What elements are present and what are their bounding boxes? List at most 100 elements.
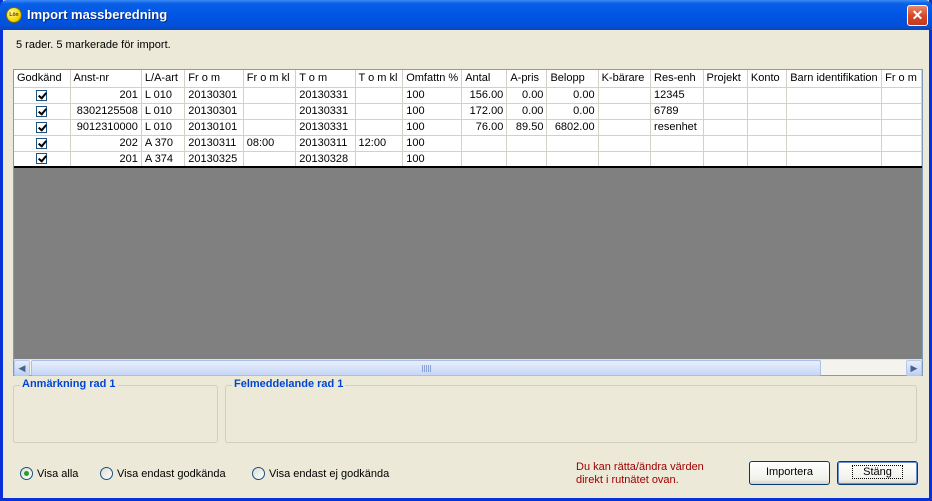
cell-tom-kl[interactable]: [355, 87, 404, 104]
cell-anst-nr[interactable]: 8302125508: [70, 103, 142, 120]
cell-konto[interactable]: [747, 103, 788, 120]
cell-omfattn[interactable]: 100: [402, 87, 463, 104]
cell-kbarare[interactable]: [598, 135, 652, 152]
table-row[interactable]: 9012310000 L 010 20130101 20130331 100 76.00 8…: [14, 119, 922, 136]
column-header[interactable]: Omfattn %: [402, 70, 463, 88]
cell-la-art[interactable]: A 370: [141, 135, 186, 152]
cell-from[interactable]: 20130101: [184, 119, 244, 136]
cell-projekt[interactable]: [703, 103, 748, 120]
column-header[interactable]: Antal: [461, 70, 508, 88]
data-table[interactable]: Godkänd Anst-nr L/A-art Fr o m Fr o m kl T o …: [14, 70, 922, 168]
cell-tom[interactable]: 20130328: [295, 151, 356, 168]
cell-apris[interactable]: [506, 151, 548, 168]
table-row[interactable]: 201 L 010 20130301 20130331 100 156.00 0.00 0.0…: [14, 87, 922, 104]
column-header[interactable]: Belopp: [546, 70, 599, 88]
cell-projekt[interactable]: [703, 151, 748, 168]
cell-antal[interactable]: [461, 135, 508, 152]
cell-apris[interactable]: 89.50: [506, 119, 548, 136]
checkbox-checked-icon[interactable]: [36, 89, 48, 101]
cell-anst-nr[interactable]: 201: [70, 87, 142, 104]
cell-from-kl[interactable]: [243, 87, 297, 104]
cell-tom[interactable]: 20130331: [295, 103, 356, 120]
cell-anst-nr[interactable]: 201: [70, 151, 142, 168]
cell-anst-nr[interactable]: 202: [70, 135, 142, 152]
godkand-cell[interactable]: [14, 119, 71, 136]
cell-from[interactable]: 20130301: [184, 103, 244, 120]
cell-tom-kl[interactable]: [355, 119, 404, 136]
cell-la-art[interactable]: L 010: [141, 119, 186, 136]
column-header[interactable]: Barn identifikation: [786, 70, 883, 88]
cell-resenh[interactable]: 12345: [650, 87, 704, 104]
cell-resenh[interactable]: resenhet: [650, 119, 704, 136]
cell-konto[interactable]: [747, 119, 788, 136]
cell-from2[interactable]: [881, 87, 922, 104]
cell-from-kl[interactable]: [243, 119, 297, 136]
cell-from[interactable]: 20130311: [184, 135, 244, 152]
checkbox-checked-icon[interactable]: [36, 137, 48, 149]
cell-barn[interactable]: [786, 151, 883, 168]
cell-belopp[interactable]: [546, 135, 599, 152]
cell-barn[interactable]: [786, 135, 883, 152]
radio-visa-godkanda[interactable]: Visa endast godkända: [100, 467, 226, 480]
scrollbar-thumb[interactable]: [31, 360, 821, 376]
column-header[interactable]: Fr o m: [881, 70, 922, 88]
cell-from-kl[interactable]: [243, 103, 297, 120]
cell-belopp[interactable]: [546, 151, 599, 168]
cell-from-kl[interactable]: [243, 151, 297, 168]
scroll-right-icon[interactable]: ▶: [906, 360, 922, 376]
cell-kbarare[interactable]: [598, 103, 652, 120]
cell-antal[interactable]: 172.00: [461, 103, 508, 120]
column-header[interactable]: Godkänd: [14, 70, 71, 88]
radio-visa-ej-godkanda[interactable]: Visa endast ej godkända: [252, 467, 389, 480]
checkbox-checked-icon[interactable]: [36, 121, 48, 133]
column-header[interactable]: Fr o m kl: [243, 70, 297, 88]
cell-omfattn[interactable]: 100: [402, 135, 463, 152]
cell-barn[interactable]: [786, 87, 883, 104]
radio-icon[interactable]: [100, 467, 113, 480]
cell-projekt[interactable]: [703, 135, 748, 152]
cell-resenh[interactable]: 6789: [650, 103, 704, 120]
column-header[interactable]: L/A-art: [141, 70, 186, 88]
cell-resenh[interactable]: [650, 151, 704, 168]
cell-konto[interactable]: [747, 135, 788, 152]
import-grid[interactable]: Godkänd Anst-nr L/A-art Fr o m Fr o m kl T o …: [13, 69, 923, 376]
cell-kbarare[interactable]: [598, 119, 652, 136]
cell-from2[interactable]: [881, 135, 922, 152]
cell-apris[interactable]: 0.00: [506, 87, 548, 104]
cell-from2[interactable]: [881, 103, 922, 120]
cell-antal[interactable]: 156.00: [461, 87, 508, 104]
cell-belopp[interactable]: 0.00: [546, 87, 599, 104]
import-button[interactable]: Importera: [749, 461, 830, 485]
cell-antal[interactable]: 76.00: [461, 119, 508, 136]
column-header[interactable]: Projekt: [703, 70, 748, 88]
horizontal-scrollbar[interactable]: ◀ ▶: [14, 359, 922, 376]
cell-apris[interactable]: 0.00: [506, 103, 548, 120]
cell-antal[interactable]: [461, 151, 508, 168]
cell-projekt[interactable]: [703, 119, 748, 136]
cell-kbarare[interactable]: [598, 87, 652, 104]
checkbox-checked-icon[interactable]: [36, 153, 48, 165]
checkbox-checked-icon[interactable]: [36, 105, 48, 117]
table-row[interactable]: 202 A 370 20130311 08:00 20130311 12:00 100: [14, 135, 922, 152]
cell-tom[interactable]: 20130331: [295, 87, 356, 104]
cell-from2[interactable]: [881, 119, 922, 136]
column-header[interactable]: Anst-nr: [70, 70, 142, 88]
scroll-left-icon[interactable]: ◀: [14, 360, 30, 376]
cell-la-art[interactable]: L 010: [141, 103, 186, 120]
cell-from-kl[interactable]: 08:00: [243, 135, 297, 152]
cell-apris[interactable]: [506, 135, 548, 152]
close-button[interactable]: Stäng: [837, 461, 918, 485]
godkand-cell[interactable]: [14, 87, 71, 104]
cell-omfattn[interactable]: 100: [402, 151, 463, 168]
cell-tom-kl[interactable]: 12:00: [355, 135, 404, 152]
godkand-cell[interactable]: [14, 151, 71, 168]
close-window-button[interactable]: ✕: [907, 5, 928, 26]
column-header[interactable]: A-pris: [506, 70, 548, 88]
cell-omfattn[interactable]: 100: [402, 103, 463, 120]
column-header[interactable]: Res-enh: [650, 70, 704, 88]
cell-la-art[interactable]: L 010: [141, 87, 186, 104]
cell-konto[interactable]: [747, 151, 788, 168]
godkand-cell[interactable]: [14, 103, 71, 120]
godkand-cell[interactable]: [14, 135, 71, 152]
cell-omfattn[interactable]: 100: [402, 119, 463, 136]
